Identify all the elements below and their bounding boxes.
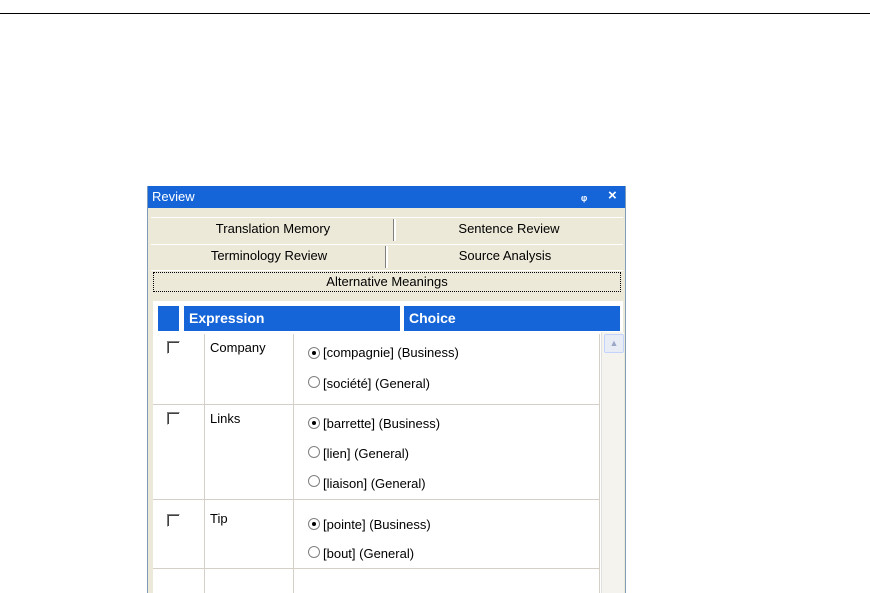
header-expression-label: Expression xyxy=(189,310,265,326)
tab-separator xyxy=(393,219,396,241)
header-select-all[interactable] xyxy=(158,306,179,331)
expression-cell: Tip xyxy=(205,500,294,569)
option-label[interactable]: [pointe] (Business) xyxy=(323,517,431,532)
table-row-checkbox-cell xyxy=(153,334,205,405)
vertical-scrollbar[interactable]: ▲ xyxy=(601,332,624,593)
choice-cell xyxy=(294,569,600,593)
radio-button[interactable] xyxy=(308,347,320,359)
expression-text: Tip xyxy=(210,511,228,526)
tab-alternative-meanings[interactable]: Alternative Meanings xyxy=(153,272,621,292)
tab-terminology-review[interactable]: Terminology Review xyxy=(153,246,385,266)
expression-text: Links xyxy=(210,411,241,426)
table-row-checkbox-cell xyxy=(153,405,205,500)
tab-row-top-edge xyxy=(151,217,623,218)
panel-title: Review xyxy=(152,189,195,204)
panel-titlebar: Review ᵩ × xyxy=(148,186,625,208)
option-label[interactable]: [barrette] (Business) xyxy=(323,416,440,431)
tab-sentence-review[interactable]: Sentence Review xyxy=(398,219,620,239)
table-row-checkbox-cell xyxy=(153,500,205,569)
review-panel: Review ᵩ × Translation Memory Sentence R… xyxy=(147,186,626,593)
radio-button[interactable] xyxy=(308,446,320,458)
radio-button[interactable] xyxy=(308,376,320,388)
choice-cell: [compagnie] (Business) [société] (Genera… xyxy=(294,334,600,405)
expression-text: Company xyxy=(210,340,266,355)
table-row-checkbox-cell xyxy=(153,569,205,593)
option-label[interactable]: [société] (General) xyxy=(323,376,430,391)
top-divider-line xyxy=(0,13,870,14)
tab-separator xyxy=(385,246,388,268)
option-label[interactable]: [bout] (General) xyxy=(323,546,414,561)
expression-cell: Company xyxy=(205,334,294,405)
pin-icon[interactable]: ᵩ xyxy=(581,188,587,203)
row-checkbox[interactable] xyxy=(167,341,180,354)
option-label[interactable]: [liaison] (General) xyxy=(323,476,426,491)
row-checkbox[interactable] xyxy=(167,412,180,425)
tab-row-edge xyxy=(151,244,623,245)
row-checkbox[interactable] xyxy=(167,514,180,527)
header-choice-label: Choice xyxy=(409,310,456,326)
radio-button[interactable] xyxy=(308,518,320,530)
header-choice[interactable]: Choice xyxy=(404,306,620,331)
tab-row-edge xyxy=(151,270,623,271)
choice-cell: [barrette] (Business) [lien] (General) [… xyxy=(294,405,600,500)
alternatives-grid: Expression Choice Company [compagnie] (B… xyxy=(153,301,624,593)
tab-source-analysis[interactable]: Source Analysis xyxy=(390,246,620,266)
radio-button[interactable] xyxy=(308,546,320,558)
option-label[interactable]: [lien] (General) xyxy=(323,446,409,461)
expression-cell: Links xyxy=(205,405,294,500)
option-label[interactable]: [compagnie] (Business) xyxy=(323,345,459,360)
radio-button[interactable] xyxy=(308,475,320,487)
choice-cell: [pointe] (Business) [bout] (General) xyxy=(294,500,600,569)
close-icon[interactable]: × xyxy=(608,187,617,204)
tab-translation-memory[interactable]: Translation Memory xyxy=(153,219,393,239)
radio-button[interactable] xyxy=(308,417,320,429)
scroll-up-arrow-icon[interactable]: ▲ xyxy=(604,334,624,353)
header-expression[interactable]: Expression xyxy=(184,306,400,331)
expression-cell xyxy=(205,569,294,593)
